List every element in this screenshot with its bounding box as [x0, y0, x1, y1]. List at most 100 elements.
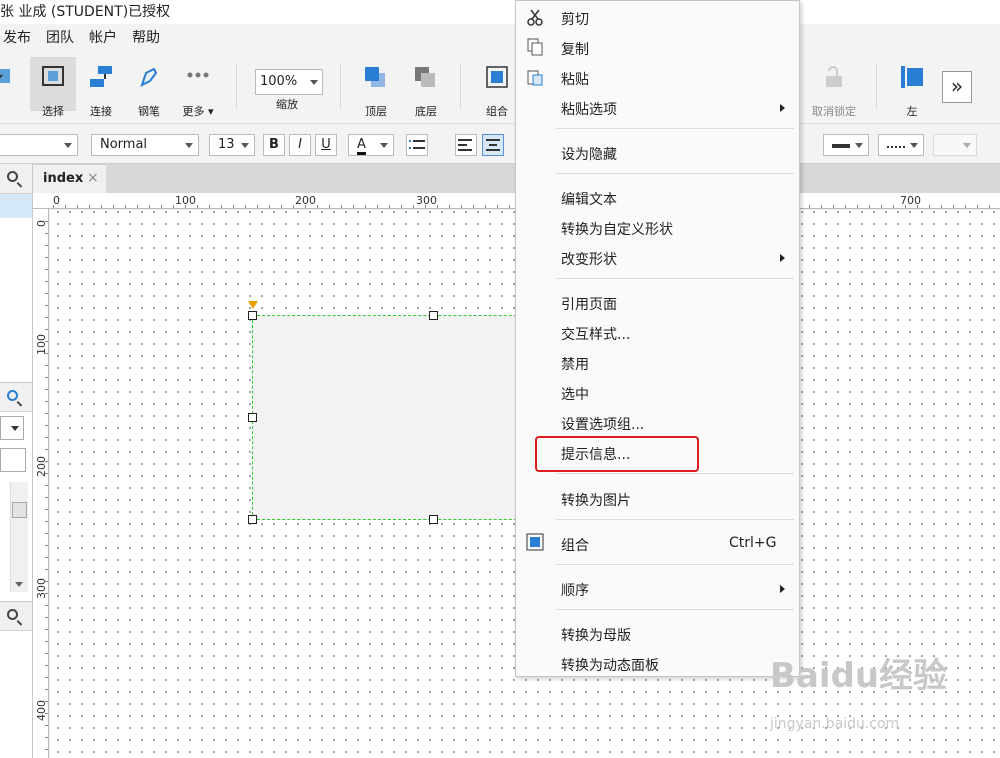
line-width-select[interactable]	[823, 134, 869, 156]
scroll-down-icon[interactable]	[15, 582, 23, 587]
menu-item-label: 组合	[561, 538, 589, 554]
annotation-highlight-box	[535, 436, 699, 472]
menu-item-label: 粘贴	[561, 72, 589, 88]
tab-index[interactable]: index ×	[33, 164, 106, 193]
search-icon[interactable]	[7, 609, 18, 620]
bullet-list-button[interactable]	[406, 134, 428, 156]
selected-page-row[interactable]	[0, 194, 32, 218]
menu-separator	[556, 564, 794, 565]
more-label: 更多 ▾	[182, 105, 214, 118]
submenu-arrow-icon	[780, 254, 785, 262]
bold-button[interactable]: B	[263, 134, 285, 156]
resize-handle[interactable]	[248, 311, 257, 320]
menu-publish[interactable]: 发布	[3, 27, 31, 47]
chevron-down-icon	[855, 143, 863, 148]
pen-icon	[136, 65, 162, 89]
toolbar-divider	[460, 65, 461, 109]
tab-label: index	[43, 171, 84, 186]
zoom-value: 100%	[260, 74, 298, 89]
close-icon[interactable]: ×	[87, 170, 99, 186]
menu-item-label: 转换为自定义形状	[561, 222, 673, 238]
send-back-label: 底层	[415, 105, 437, 118]
submenu-arrow-icon	[780, 585, 785, 593]
menu-item-disable[interactable]: 禁用	[516, 349, 799, 377]
menu-item-interaction-styles[interactable]: 交互样式...	[516, 319, 799, 347]
menu-item-group[interactable]: 组合 Ctrl+G	[516, 530, 799, 558]
menu-item-paste-options[interactable]: 粘贴选项	[516, 94, 799, 122]
double-chevron-icon: »	[950, 74, 964, 98]
menu-item-label: 禁用	[561, 357, 589, 373]
font-size-value: 13	[218, 137, 235, 152]
menu-item-selected[interactable]: 选中	[516, 379, 799, 407]
copy-icon	[526, 38, 544, 60]
send-to-back-button[interactable]: 底层	[403, 57, 449, 118]
font-family-select[interactable]	[0, 134, 78, 156]
selected-rectangle-shape[interactable]	[252, 315, 542, 520]
menu-team[interactable]: 团队	[46, 27, 74, 47]
zoom-select[interactable]: 100%	[255, 69, 323, 95]
group-icon	[484, 65, 510, 89]
resize-handle[interactable]	[429, 515, 438, 524]
menu-item-reference-page[interactable]: 引用页面	[516, 289, 799, 317]
menu-item-set-hidden[interactable]: 设为隐藏	[516, 139, 799, 167]
pages-panel-header	[0, 164, 32, 194]
menu-item-label: 顺序	[561, 583, 589, 599]
menu-account[interactable]: 帐户	[89, 27, 117, 47]
menu-item-order[interactable]: 顺序	[516, 575, 799, 603]
group-button[interactable]: 组合	[474, 57, 520, 118]
align-text-left-button[interactable]	[455, 134, 477, 156]
menu-item-copy[interactable]: 复制	[516, 34, 799, 62]
expand-toolbar-button[interactable]: »	[942, 71, 972, 103]
baidu-watermark-url: jingyan.baidu.com	[770, 716, 900, 732]
connector-icon	[88, 65, 114, 89]
chevron-down-icon	[11, 426, 19, 431]
underline-button[interactable]: U	[315, 134, 337, 156]
italic-button[interactable]: I	[289, 134, 311, 156]
vertical-ruler: 0 100 200 300 400	[33, 209, 49, 758]
menu-item-edit-text[interactable]: 编辑文本	[516, 184, 799, 212]
library-scrollbar[interactable]	[10, 482, 28, 592]
style-select[interactable]: Normal	[91, 134, 199, 156]
chevron-down-icon	[380, 143, 388, 148]
library-select[interactable]	[0, 416, 24, 440]
menu-item-label: 编辑文本	[561, 192, 617, 208]
font-color-select[interactable]: A	[348, 134, 394, 156]
library-panel-header	[0, 382, 32, 412]
more-dots-icon	[185, 65, 211, 89]
search-icon[interactable]	[7, 390, 18, 401]
align-left-button[interactable]: 左	[889, 57, 935, 118]
group-icon	[526, 533, 544, 555]
font-size-select[interactable]: 13	[209, 134, 255, 156]
menu-item-convert-image[interactable]: 转换为图片	[516, 485, 799, 513]
baidu-watermark-logo: Baidu经验	[770, 656, 948, 696]
menu-item-cut[interactable]: 剪切	[516, 4, 799, 32]
scroll-thumb[interactable]	[12, 502, 27, 518]
resize-handle[interactable]	[248, 413, 257, 422]
menu-item-label: 选中	[561, 387, 589, 403]
menu-item-convert-master[interactable]: 转换为母版	[516, 620, 799, 648]
toolbar-divider	[340, 65, 341, 109]
search-icon[interactable]	[7, 171, 18, 182]
ruler-h-label: 200	[295, 194, 316, 207]
menu-item-change-shape[interactable]: 改变形状	[516, 244, 799, 272]
resize-handle[interactable]	[248, 515, 257, 524]
library-search-input[interactable]	[0, 448, 26, 472]
align-text-center-button[interactable]	[482, 134, 504, 156]
toolbar-divider	[876, 65, 877, 109]
ruler-h-label: 0	[53, 194, 60, 207]
menu-item-custom-shape[interactable]: 转换为自定义形状	[516, 214, 799, 242]
menu-bar: 发布 团队 帐户 帮助	[0, 24, 1000, 49]
menu-help[interactable]: 帮助	[132, 27, 160, 47]
unlock-label: 取消锁定	[812, 105, 856, 118]
numbered-list-select[interactable]	[933, 134, 977, 156]
more-tools-button[interactable]: 更多 ▾	[175, 57, 221, 118]
unlock-button[interactable]: 取消锁定	[811, 57, 857, 118]
resize-handle[interactable]	[429, 311, 438, 320]
line-style-select[interactable]	[878, 134, 924, 156]
ruler-h-label: 700	[900, 194, 921, 207]
menu-item-option-group[interactable]: 设置选项组...	[516, 409, 799, 437]
ruler-h-label: 100	[175, 194, 196, 207]
menu-item-convert-dynamic-panel[interactable]: 转换为动态面板	[516, 650, 799, 678]
menu-item-paste[interactable]: 粘贴	[516, 64, 799, 92]
menu-separator	[556, 473, 794, 474]
